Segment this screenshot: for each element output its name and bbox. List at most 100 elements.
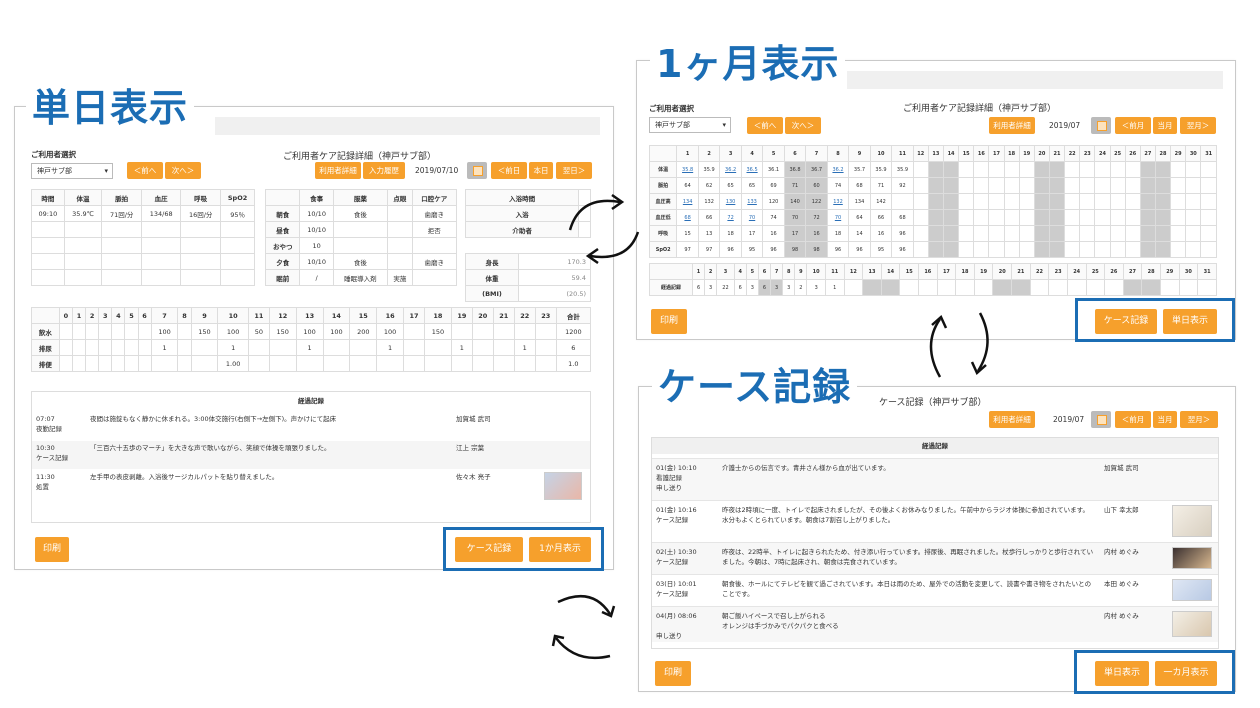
user-select[interactable]: 神戸サブ部 bbox=[649, 117, 731, 133]
photo-thumbnail[interactable] bbox=[544, 472, 582, 500]
month-cell: 132 bbox=[826, 193, 850, 210]
next-month-button[interactable]: 翌月＞ bbox=[1180, 411, 1218, 428]
hour-cell bbox=[534, 339, 557, 356]
month-cell bbox=[927, 241, 944, 258]
day-header: 16 bbox=[973, 145, 990, 162]
calendar-icon[interactable] bbox=[1091, 411, 1111, 428]
hour-cell: 150 bbox=[268, 323, 297, 340]
month-cell bbox=[1124, 209, 1141, 226]
day-header: 12 bbox=[912, 145, 929, 162]
hourly-table: 0 1 2 3 4 5 6 7 8 9 10 11 12 13 14 15 16 17 18 19 20 21 22 23 合計… bbox=[31, 307, 592, 372]
case-log-type: ケース記録 bbox=[656, 516, 689, 524]
month-cell: 36.2 bbox=[719, 161, 742, 178]
prev-user-button[interactable]: ＜前へ bbox=[127, 162, 163, 179]
user-select[interactable]: 神戸サブ部 bbox=[31, 163, 113, 179]
next-day-button[interactable]: 翌日＞ bbox=[556, 162, 592, 179]
vital-cell: 134/68 bbox=[141, 205, 182, 222]
hour-cell bbox=[177, 355, 192, 372]
hour-cell bbox=[471, 323, 494, 340]
month-cell bbox=[958, 225, 975, 242]
month-cell: 60 bbox=[805, 177, 828, 194]
hour-cell bbox=[98, 355, 113, 372]
user-detail-button[interactable]: 利用者詳細 bbox=[315, 162, 361, 179]
month-cell bbox=[1003, 241, 1020, 258]
print-button[interactable]: 印刷 bbox=[655, 661, 691, 686]
photo-thumbnail[interactable] bbox=[1172, 547, 1212, 569]
month-cell: 36.5 bbox=[740, 161, 764, 178]
month-cell: 97 bbox=[697, 241, 721, 258]
input-history-button[interactable]: 入力履歴 bbox=[363, 162, 405, 179]
meal-cell: 睡眠導入剤 bbox=[332, 269, 389, 286]
hour-header: 合計 bbox=[555, 307, 592, 324]
month-cell: 96 bbox=[891, 225, 914, 242]
month-cell bbox=[942, 209, 960, 226]
hour-header: 5 bbox=[124, 307, 139, 324]
month-log-cell bbox=[1178, 279, 1199, 296]
current-month: 2019/07 bbox=[1053, 415, 1085, 424]
day-header: 22 bbox=[1029, 263, 1050, 280]
hour-cell: 50 bbox=[247, 323, 270, 340]
month-cell: 18 bbox=[826, 225, 850, 242]
hour-cell bbox=[376, 355, 405, 372]
user-detail-button[interactable]: 利用者詳細 bbox=[989, 117, 1035, 134]
prev-month-button[interactable]: ＜前月 bbox=[1115, 411, 1151, 428]
month-log-cell: 6 bbox=[733, 279, 747, 296]
calendar-icon[interactable] bbox=[467, 162, 487, 179]
month-cell bbox=[1018, 209, 1035, 226]
photo-thumbnail[interactable] bbox=[1172, 505, 1212, 537]
next-user-button[interactable]: 次へ＞ bbox=[785, 117, 821, 134]
case-log-row: 01(金) 10:16 ケース記録 昨夜は2時頃に一度、トイレで起床されましたが、そ… bbox=[652, 500, 1218, 542]
day-header: 14 bbox=[942, 145, 960, 162]
month-cell bbox=[1185, 161, 1202, 178]
today-button[interactable]: 本日 bbox=[529, 162, 553, 179]
month-cell bbox=[958, 193, 975, 210]
photo-thumbnail[interactable] bbox=[1172, 579, 1212, 601]
next-user-button[interactable]: 次へ＞ bbox=[165, 162, 201, 179]
log-type: ケース記録 bbox=[36, 454, 69, 462]
month-cell bbox=[1079, 225, 1096, 242]
month-cell bbox=[1033, 241, 1050, 258]
month-cell: 70 bbox=[740, 209, 764, 226]
month-cell: 132 bbox=[697, 193, 721, 210]
hour-cell bbox=[450, 355, 473, 372]
photo-thumbnail[interactable] bbox=[1172, 611, 1212, 637]
this-month-button[interactable]: 当月 bbox=[1153, 411, 1177, 428]
month-log-cell bbox=[973, 279, 994, 296]
month-row-label: 脈拍 bbox=[648, 177, 678, 194]
user-detail-button[interactable]: 利用者詳細 bbox=[989, 411, 1035, 428]
case-log-staff: 山下 幸太郎 bbox=[1104, 506, 1139, 514]
hour-cell bbox=[492, 339, 515, 356]
hour-cell bbox=[177, 339, 192, 356]
prev-user-button[interactable]: ＜前へ bbox=[747, 117, 783, 134]
meal-header: 服薬 bbox=[332, 189, 389, 206]
hour-cell bbox=[471, 339, 494, 356]
vital-cell: 09:10 bbox=[31, 205, 65, 222]
day-header: 8 bbox=[782, 263, 796, 280]
day-header: 21 bbox=[1048, 145, 1066, 162]
month-cell bbox=[1139, 209, 1156, 226]
next-month-button[interactable]: 翌月＞ bbox=[1180, 117, 1216, 134]
day-header: 11 bbox=[824, 263, 845, 280]
day-header: 25 bbox=[1085, 263, 1106, 280]
calendar-icon[interactable] bbox=[1091, 117, 1111, 134]
print-button[interactable]: 印刷 bbox=[651, 309, 687, 334]
day-header: 13 bbox=[927, 145, 944, 162]
day-header: 14 bbox=[880, 263, 901, 280]
hour-header: 12 bbox=[268, 307, 297, 324]
prev-month-button[interactable]: ＜前月 bbox=[1115, 117, 1151, 134]
case-title: ケース記録 bbox=[652, 365, 858, 409]
month-cell bbox=[927, 209, 944, 226]
this-month-button[interactable]: 当月 bbox=[1153, 117, 1177, 134]
month-cell bbox=[988, 241, 1005, 258]
hour-cell bbox=[190, 355, 219, 372]
prev-day-button[interactable]: ＜前日 bbox=[491, 162, 527, 179]
month-cell bbox=[1033, 177, 1050, 194]
month-cell bbox=[1154, 193, 1172, 210]
month-log-cell bbox=[1159, 279, 1180, 296]
month-cell bbox=[1018, 161, 1035, 178]
month-cell: 16 bbox=[762, 225, 785, 242]
day-header: 31 bbox=[1200, 145, 1217, 162]
month-cell: 120 bbox=[762, 193, 785, 210]
print-button[interactable]: 印刷 bbox=[35, 537, 69, 562]
month-cell bbox=[942, 241, 960, 258]
